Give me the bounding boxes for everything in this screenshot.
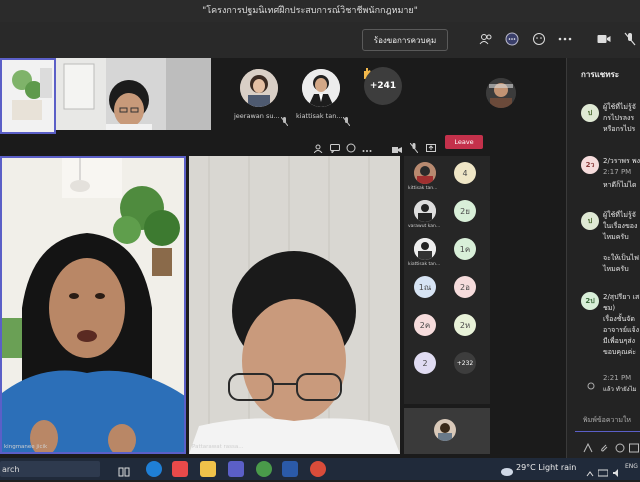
chrome-icon-2[interactable] <box>310 461 326 477</box>
chat-line: ผู้ใช้ที่ไม่รู้จั <box>603 211 636 219</box>
participant-avatar[interactable] <box>240 69 278 107</box>
gallery-name: kittisak tan... <box>408 186 438 191</box>
gallery-avatar[interactable] <box>414 200 436 222</box>
participant-avatar[interactable] <box>302 69 340 107</box>
teams-icon[interactable] <box>228 461 244 477</box>
chrome-icon[interactable] <box>256 461 272 477</box>
gallery-avatar[interactable] <box>414 238 436 260</box>
gallery-avatar[interactable] <box>414 162 436 184</box>
weather-text[interactable]: 29°C Light rain <box>516 463 576 472</box>
chat-avatar: ป <box>581 104 599 122</box>
main-speaker-video[interactable] <box>0 156 186 454</box>
chat-line: ผู้ใช้ที่ไม่รู้จั <box>603 103 636 111</box>
chat-header: การแชทระ <box>581 70 620 79</box>
gallery-initials[interactable]: 1ณ <box>414 276 436 298</box>
more-options-icon[interactable] <box>362 138 372 157</box>
gallery-initials[interactable]: 4 <box>454 162 476 184</box>
chat-icon[interactable] <box>330 138 340 157</box>
chat-icon[interactable] <box>504 31 520 47</box>
chat-line: ขอบคุณค่ะ <box>603 348 637 356</box>
network-icon[interactable] <box>597 463 609 482</box>
weather-icon <box>500 462 514 481</box>
chat-line: จะให้เป็นไฟ <box>603 254 639 262</box>
language-indicator[interactable]: ENG <box>625 463 638 470</box>
chat-line: ชม) <box>603 304 616 312</box>
more-options-icon[interactable] <box>557 31 573 47</box>
chat-line: หาดีก็ไม่ได <box>603 181 637 189</box>
format-icon[interactable] <box>583 438 593 457</box>
gallery-grid: kittisak tan... 4 varawut kan... 2ย kiat… <box>404 156 490 404</box>
chat-line: อาจารย์แจ้ง <box>603 326 640 334</box>
camera-icon[interactable] <box>596 31 612 47</box>
leave-button[interactable]: Leave <box>445 135 483 149</box>
edge-icon[interactable] <box>146 461 162 477</box>
speaker-name: Pattarawat rassa... <box>192 444 244 450</box>
mic-muted-icon <box>280 111 289 130</box>
gallery-name: varawut kan... <box>408 224 441 229</box>
gallery-initials[interactable]: 2ห <box>454 314 476 336</box>
chat-line: หรือกรไปร <box>603 125 636 133</box>
chat-avatar: 2ว <box>581 156 599 174</box>
chat-line: แล้ว ทำยังไม <box>603 386 637 393</box>
taskbar-search[interactable]: arch <box>0 461 100 477</box>
meeting-toolbar: ร้องขอการควบคุม <box>0 22 640 58</box>
self-view[interactable] <box>404 408 490 454</box>
chat-panel: การแชทระ ป ผู้ใช้ที่ไม่รู้จั กรไปรลงร หร… <box>566 58 640 458</box>
video-tile-left[interactable] <box>0 58 56 134</box>
gallery-name: kiattisak tan... <box>408 262 441 267</box>
gallery-initials[interactable]: 2 <box>414 352 436 374</box>
meeting-stage: jeerawan su... kiattisak tan... +241 Lea… <box>0 58 566 458</box>
tray-chevron-icon[interactable] <box>586 463 594 482</box>
word-icon[interactable] <box>282 461 298 477</box>
chat-line: ไหมครับ <box>603 233 629 241</box>
gallery-initials[interactable]: 2ย <box>454 200 476 222</box>
task-view-icon[interactable] <box>118 463 130 482</box>
emoji-icon[interactable] <box>615 438 625 457</box>
attach-icon[interactable] <box>599 438 609 457</box>
chat-line: 2/วราพร พงษ <box>603 157 640 165</box>
title-bar: "โครงการปฐมนิเทศฝึกประสบการณ์วิชาชีพนักก… <box>0 0 640 22</box>
gallery-overflow[interactable]: +232 <box>454 352 476 374</box>
overflow-participants-button[interactable]: +241 <box>364 67 402 105</box>
chat-time: 2:17 PM <box>603 168 632 176</box>
chat-line: มีเพื่อนๆส่ง <box>603 337 636 345</box>
volume-icon[interactable] <box>612 463 622 482</box>
mic-muted-icon[interactable] <box>622 31 638 47</box>
gallery-initials[interactable]: 1ค <box>454 238 476 260</box>
participant-name: kiattisak tan... <box>296 112 343 120</box>
self-avatar <box>434 419 456 441</box>
participants-icon[interactable] <box>313 138 324 157</box>
gallery-initials[interactable]: 2ค <box>414 314 436 336</box>
file-explorer-icon[interactable] <box>200 461 216 477</box>
chat-input[interactable]: พิมพ์ข้อความให <box>575 410 640 432</box>
reactions-icon[interactable] <box>346 138 356 157</box>
chat-line: 2/สุปรียา เส <box>603 293 640 301</box>
window-title: "โครงการปฐมนิเทศฝึกประสบการณ์วิชาชีพนักก… <box>202 6 418 16</box>
video-tile-top[interactable] <box>56 58 211 130</box>
taskbar: arch 29°C Light rain ENG <box>0 458 640 480</box>
chat-time: 2:21 PM <box>603 374 632 382</box>
chat-line: ไหมครับ <box>603 265 629 273</box>
mic-muted-icon <box>342 111 351 130</box>
request-control-button[interactable]: ร้องขอการควบคุม <box>362 29 448 51</box>
store-icon[interactable] <box>172 461 188 477</box>
participants-icon[interactable] <box>478 31 494 47</box>
reactions-icon[interactable] <box>531 31 547 47</box>
reply-icon <box>587 375 595 394</box>
chat-avatar: ป <box>581 212 599 230</box>
chat-line: ในเรื่องของ <box>603 222 638 230</box>
leave-label: Leave <box>454 138 474 146</box>
speaker-name: kingmanee jicik <box>4 444 48 450</box>
participant-name: jeerawan su... <box>234 112 280 120</box>
share-screen-icon[interactable] <box>426 138 436 157</box>
gallery-initials[interactable]: 2อ <box>454 276 476 298</box>
gif-icon[interactable] <box>629 438 639 457</box>
chat-avatar: 2ป <box>581 292 599 310</box>
chat-line: กรไปรลงร <box>603 114 635 122</box>
chat-line: เรื่องชั้นจัด <box>603 315 635 323</box>
mic-muted-icon[interactable] <box>409 138 419 157</box>
second-speaker-video[interactable] <box>189 156 400 454</box>
participant-avatar[interactable] <box>486 78 516 108</box>
